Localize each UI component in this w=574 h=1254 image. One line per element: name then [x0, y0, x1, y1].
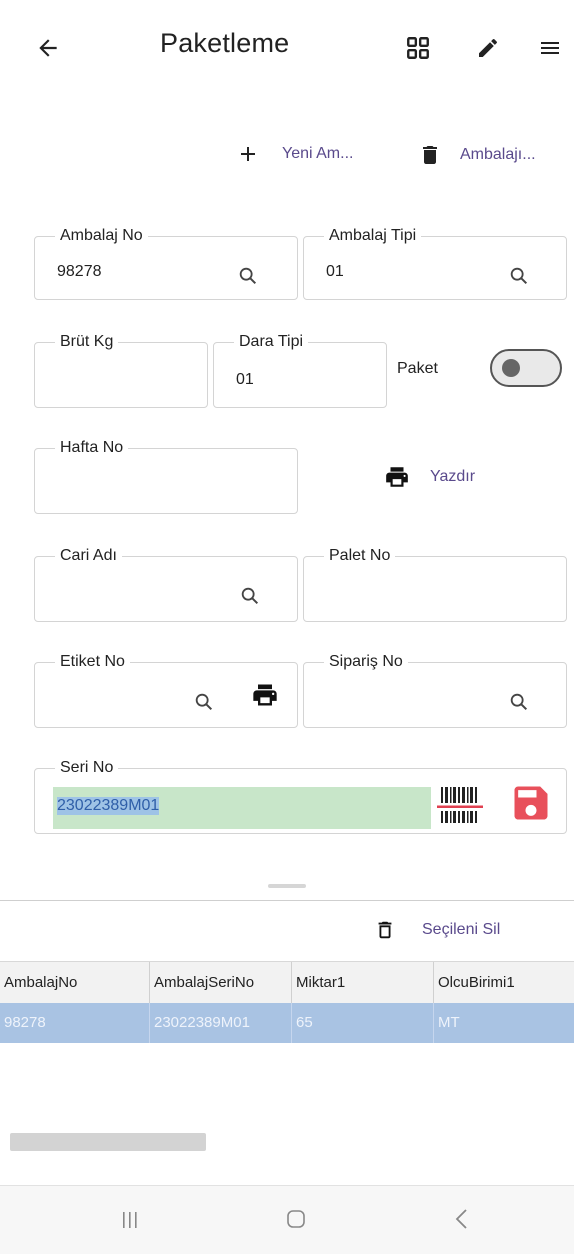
- menu-icon[interactable]: [532, 30, 568, 66]
- grid-header: AmbalajNo AmbalajSeriNo Miktar1 OlcuBiri…: [0, 961, 574, 1005]
- column-header[interactable]: AmbalajSeriNo: [150, 962, 292, 1004]
- search-icon[interactable]: [193, 691, 215, 713]
- delete-package-button[interactable]: Ambalajı...: [418, 142, 536, 168]
- printer-icon[interactable]: [251, 681, 279, 709]
- cari-adi-field[interactable]: Cari Adı: [34, 545, 298, 622]
- back-nav-icon[interactable]: [452, 1208, 472, 1230]
- search-icon[interactable]: [508, 265, 530, 287]
- ambalaj-no-label: Ambalaj No: [55, 225, 148, 247]
- table-cell: 23022389M01: [150, 1003, 292, 1043]
- app-bar: Paketleme: [0, 0, 574, 96]
- recent-apps-icon[interactable]: [120, 1210, 140, 1230]
- etiket-no-label: Etiket No: [55, 651, 130, 673]
- print-label: Yazdır: [430, 468, 476, 485]
- grid-icon[interactable]: [400, 30, 436, 66]
- trash-icon: [423, 146, 437, 164]
- ambalaj-tipi-value: 01: [326, 263, 344, 280]
- siparis-no-label: Sipariş No: [324, 651, 408, 673]
- system-nav-bar: [0, 1185, 574, 1254]
- column-header[interactable]: OlcuBirimi1: [434, 962, 574, 1004]
- sheet-handle[interactable]: [268, 884, 306, 888]
- barcode-scan-icon[interactable]: [437, 783, 487, 827]
- delete-selected-label: Seçileni Sil: [422, 921, 501, 938]
- divider: [0, 900, 574, 901]
- plus-icon: [241, 147, 255, 161]
- paket-label: Paket: [397, 360, 438, 377]
- ambalaj-no-value: 98278: [57, 263, 102, 280]
- cari-adi-label: Cari Adı: [55, 545, 122, 567]
- paket-toggle[interactable]: [490, 349, 562, 387]
- ambalaj-tipi-label: Ambalaj Tipi: [324, 225, 422, 247]
- dara-tipi-field[interactable]: Dara Tipi 01: [213, 331, 387, 408]
- ambalaj-tipi-field[interactable]: Ambalaj Tipi 01: [303, 225, 567, 300]
- siparis-no-field[interactable]: Sipariş No: [303, 651, 567, 728]
- trash-outline-icon: [378, 921, 392, 939]
- etiket-no-field[interactable]: Etiket No: [34, 651, 298, 728]
- brut-kg-label: Brüt Kg: [55, 331, 119, 353]
- seri-no-label: Seri No: [55, 757, 119, 779]
- toggle-knob: [502, 359, 520, 377]
- column-header[interactable]: Miktar1: [292, 962, 434, 1004]
- table-cell: MT: [438, 1014, 460, 1031]
- search-icon[interactable]: [237, 265, 259, 287]
- palet-no-field[interactable]: Palet No: [303, 545, 567, 622]
- delete-package-label: Ambalajı...: [460, 146, 536, 163]
- hafta-no-label: Hafta No: [55, 437, 129, 459]
- printer-icon: [386, 467, 408, 487]
- new-package-button[interactable]: Yeni Am...: [236, 142, 353, 166]
- palet-no-label: Palet No: [324, 545, 396, 567]
- seri-no-value: 23022389M01: [57, 797, 160, 815]
- horizontal-scrollbar[interactable]: [10, 1133, 206, 1151]
- delete-selected-button[interactable]: Seçileni Sil: [374, 918, 500, 942]
- table-row[interactable]: 98278 23022389M01 65 MT: [0, 1003, 574, 1043]
- save-icon[interactable]: [509, 781, 553, 825]
- dara-tipi-label: Dara Tipi: [234, 331, 309, 353]
- search-icon[interactable]: [239, 585, 261, 607]
- home-icon[interactable]: [285, 1208, 307, 1230]
- back-arrow-icon[interactable]: [30, 30, 66, 66]
- dara-tipi-value: 01: [236, 371, 254, 388]
- pencil-icon[interactable]: [470, 30, 506, 66]
- table-cell: 65: [292, 1003, 434, 1043]
- table-cell: 98278: [0, 1003, 150, 1043]
- search-icon[interactable]: [508, 691, 530, 713]
- hafta-no-field[interactable]: Hafta No: [34, 437, 298, 514]
- seri-no-field[interactable]: Seri No 23022389M01: [34, 757, 567, 834]
- column-header[interactable]: AmbalajNo: [0, 962, 150, 1004]
- brut-kg-field[interactable]: Brüt Kg: [34, 331, 208, 408]
- print-button[interactable]: Yazdır: [384, 464, 475, 490]
- seri-no-input[interactable]: 23022389M01: [53, 787, 431, 829]
- ambalaj-no-field[interactable]: Ambalaj No 98278: [34, 225, 298, 300]
- page-title: Paketleme: [160, 28, 290, 58]
- new-package-label: Yeni Am...: [282, 145, 354, 162]
